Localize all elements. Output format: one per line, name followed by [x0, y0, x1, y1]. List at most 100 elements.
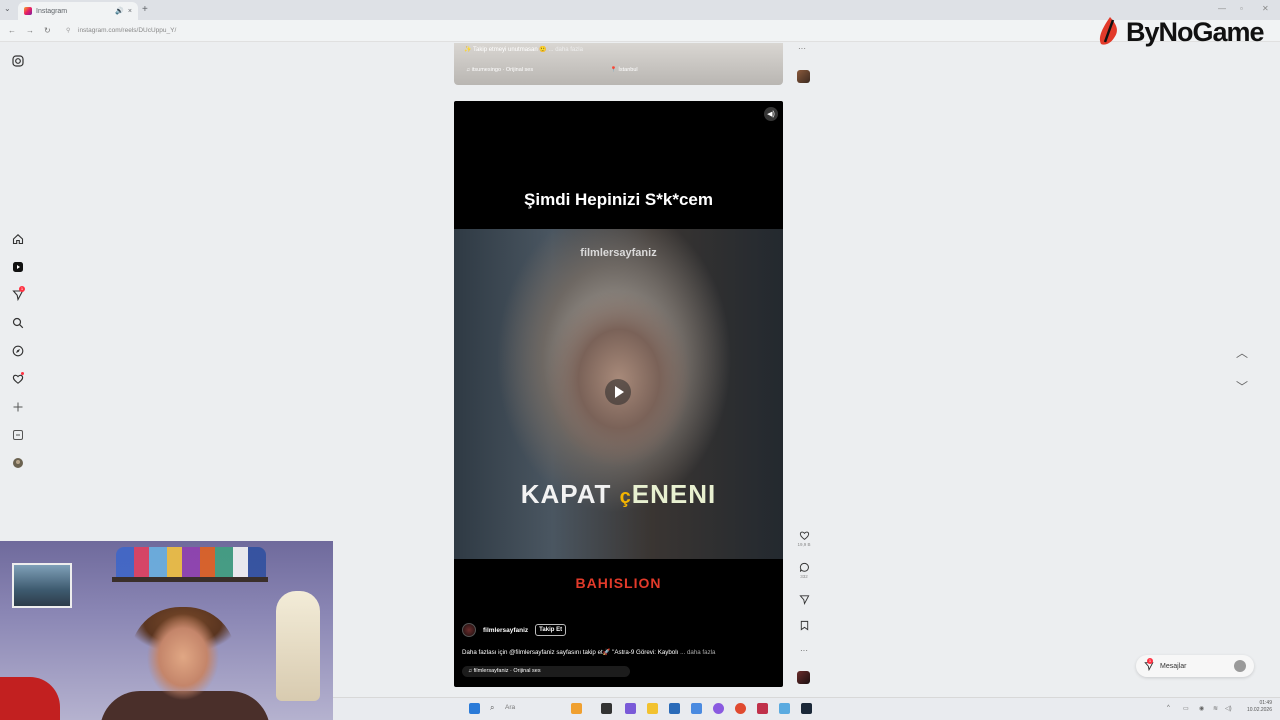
bookmark-icon[interactable]	[799, 620, 810, 631]
more-dots-icon[interactable]: ···	[800, 646, 808, 655]
explore-icon[interactable]	[11, 344, 25, 358]
reel-audio-link[interactable]: ♫ filmlersayfaniz · Orijinal ses	[462, 666, 630, 677]
folder-icon[interactable]	[647, 703, 658, 714]
activity-dot	[21, 372, 24, 375]
previous-reel-caption: ✨ Takip etmeyi unutmasan 🙂 ... daha fazl…	[464, 46, 583, 53]
app-icon-7[interactable]	[757, 703, 768, 714]
messages-badge: 1	[1147, 658, 1153, 664]
messages-button[interactable]: 1 Mesajlar	[1136, 655, 1254, 677]
previous-reel-audio-avatar[interactable]	[797, 70, 810, 83]
share-action[interactable]	[796, 594, 812, 605]
url-field[interactable]: instagram.com/reels/DUcUppu_Y/	[78, 27, 176, 34]
reel-audio-avatar[interactable]	[797, 671, 810, 684]
reel-description: Daha fazlası için @filmlersayfaniz sayfa…	[462, 648, 782, 656]
steam-icon[interactable]	[801, 703, 812, 714]
comment-action[interactable]: 332	[796, 562, 812, 579]
close-tab-icon[interactable]: ×	[128, 8, 132, 15]
home-icon[interactable]	[11, 232, 25, 246]
comment-icon[interactable]	[799, 562, 810, 573]
app-icon-5[interactable]	[691, 703, 702, 714]
notification-badge: 1	[19, 286, 25, 292]
brand-logo: ByNoGame	[1096, 16, 1265, 48]
subtitle-word-1: KAPAT	[520, 479, 612, 509]
previous-reel-more-icon[interactable]: ···	[798, 44, 806, 53]
taskbar-clock[interactable]: 01:49 10.02.2026	[1238, 700, 1272, 714]
like-action[interactable]: 19,9 B	[796, 530, 812, 547]
taskbar-search[interactable]: Ara	[505, 704, 515, 711]
play-icon[interactable]	[605, 379, 631, 405]
site-info-icon[interactable]: ⚲	[66, 27, 70, 34]
search-icon[interactable]: ⌕	[490, 703, 494, 713]
app-icon-4[interactable]	[669, 703, 680, 714]
more-icon[interactable]	[11, 428, 25, 442]
share-icon[interactable]	[798, 594, 810, 605]
previous-reel[interactable]: ✨ Takip etmeyi unutmasan 🙂 ... daha fazl…	[454, 43, 783, 85]
close-window-icon[interactable]: ✕	[1262, 4, 1269, 13]
address-bar: ← → ↻ ⚲ instagram.com/reels/DUcUppu_Y/	[0, 20, 1280, 42]
back-icon[interactable]: ←	[8, 26, 16, 35]
reel-top-caption: Şimdi Hepinizi S*k*cem	[524, 190, 713, 209]
chrome-icon[interactable]	[735, 703, 746, 714]
follow-button[interactable]: Takip Et	[535, 624, 567, 636]
reel-author: filmlersayfaniz Takip Et	[462, 623, 567, 637]
instagram-favicon-icon	[24, 7, 32, 15]
messages-label: Mesajlar	[1160, 662, 1187, 670]
new-tab-button[interactable]: +	[142, 4, 148, 15]
chevron-down-icon[interactable]: ﹀	[1236, 378, 1248, 395]
reels-icon[interactable]	[11, 260, 25, 274]
comment-count: 332	[800, 574, 808, 579]
video-frame[interactable]: filmlersayfaniz KAPAT çENENI	[454, 229, 783, 559]
more-link[interactable]: ... daha fazla	[549, 47, 583, 53]
author-avatar[interactable]	[462, 623, 476, 637]
volume-icon[interactable]: ◁)	[1225, 705, 1232, 712]
clock-time: 01:49	[1259, 700, 1272, 706]
maximize-icon[interactable]: ▫	[1240, 4, 1243, 13]
author-name[interactable]: filmlersayfaniz	[483, 627, 528, 634]
shelf-figures	[116, 547, 266, 579]
video-subtitle: KAPAT çENENI	[454, 479, 783, 510]
heart-icon[interactable]	[11, 372, 25, 386]
create-icon[interactable]	[11, 400, 25, 414]
search-icon[interactable]	[11, 316, 25, 330]
minimize-icon[interactable]: —	[1218, 4, 1226, 13]
start-icon[interactable]	[469, 703, 480, 714]
reel-video[interactable]: ◀) Şimdi Hepinizi S*k*cem filmlersayfani…	[454, 101, 783, 687]
tray-chevron-icon[interactable]: ^	[1167, 705, 1170, 711]
app-icon-1[interactable]	[571, 703, 582, 714]
brand-flame-icon	[1099, 17, 1117, 45]
tab-list-icon[interactable]: ⌄	[4, 4, 11, 13]
previous-reel-location[interactable]: 📍 İstanbul	[610, 67, 638, 73]
taskbar: ⌕ Ara ^ ▭ ◉ ≋ ◁)	[333, 697, 1280, 720]
wifi-icon[interactable]: ≋	[1213, 705, 1218, 712]
more-link[interactable]: ... daha fazla	[680, 649, 715, 656]
save-action[interactable]	[796, 620, 812, 631]
instagram-icon[interactable]	[11, 54, 25, 68]
reel-more-action[interactable]: ···	[796, 646, 812, 655]
video-watermark: filmlersayfaniz	[580, 247, 657, 259]
browser-tab-bar: ⌄ Instagram 🔊 × + — ▫ ✕	[0, 0, 1280, 20]
reload-icon[interactable]: ↻	[44, 26, 51, 35]
previous-reel-audio[interactable]: ♫ itsumesingo · Orijinal ses	[466, 67, 533, 73]
subtitle-word-3: ENENI	[631, 479, 717, 509]
tray-icon-1[interactable]: ▭	[1183, 705, 1189, 712]
heart-icon[interactable]	[799, 530, 810, 541]
direct-icon[interactable]: 1	[11, 286, 25, 302]
messages-avatar	[1234, 660, 1246, 672]
app-icon-6[interactable]	[713, 703, 724, 714]
like-count: 19,9 B	[797, 542, 811, 547]
profile-avatar[interactable]	[11, 456, 25, 470]
chevron-up-icon[interactable]: ︿	[1236, 344, 1248, 361]
app-icon-2[interactable]	[601, 703, 612, 714]
streamer-face	[130, 607, 236, 720]
tray-icon-2[interactable]: ◉	[1199, 705, 1204, 712]
speaker-icon[interactable]: 🔊	[115, 7, 124, 15]
app-icon-8[interactable]	[779, 703, 790, 714]
description-text: Daha fazlası için @filmlersayfaniz sayfa…	[462, 649, 679, 656]
tab-instagram[interactable]: Instagram 🔊 ×	[18, 2, 138, 20]
sponsor-logo: BAHISLION	[575, 575, 662, 591]
speaker-icon[interactable]: ◀)	[764, 107, 778, 121]
plush-toy	[276, 591, 320, 701]
forward-icon[interactable]: →	[26, 26, 34, 35]
app-icon-3[interactable]	[625, 703, 636, 714]
caption-text: ✨ Takip etmeyi unutmasan 🙂	[464, 47, 547, 53]
